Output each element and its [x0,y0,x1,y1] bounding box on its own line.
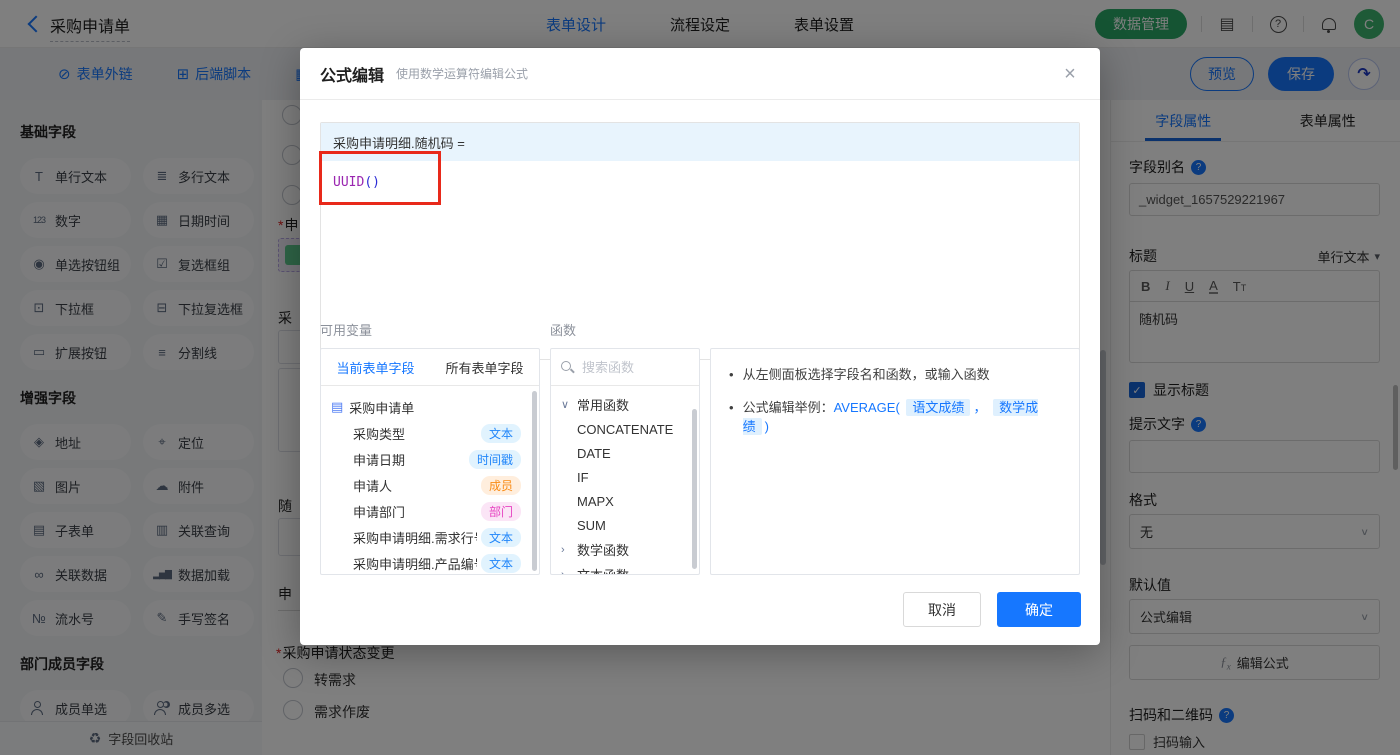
type-badge: 文本 [480,553,521,573]
variable-row[interactable]: 申请人 成员 [331,472,529,498]
variables-scrollbar[interactable] [532,391,537,571]
modal-subtitle: 使用数学运算符编辑公式 [396,67,529,81]
document-icon: ▤ [331,399,344,414]
functions-scrollbar[interactable] [692,409,697,569]
function-item[interactable]: SUM [561,513,695,537]
function-group-math[interactable]: › 数学函数 [561,537,695,562]
chevron-down-icon: ∨ [561,399,570,411]
formula-code-area[interactable]: UUID() [319,151,1079,359]
chevron-right-icon: › [561,543,565,556]
functions-panel: ∨常用函数 CONCATENATE DATE IF MAPX SUM ›数学函数… [550,348,700,575]
type-badge: 文本 [480,423,521,443]
variable-row[interactable]: 申请日期 时间戳 [331,446,529,472]
modal-title: 公式编辑 [320,67,385,85]
close-icon[interactable]: × [1056,60,1084,88]
type-badge: 时间戳 [468,449,521,469]
search-icon [561,360,574,374]
type-badge: 文本 [480,527,521,547]
cancel-button[interactable]: 取消 [903,592,981,627]
tab-current-form-fields[interactable]: 当前表单字段 [321,349,430,385]
function-item[interactable]: IF [561,465,695,489]
formula-edit-modal: 公式编辑 使用数学运算符编辑公式 × 采购申请明细.随机码 = UUID() 可… [300,48,1100,645]
bullet: • [729,367,734,382]
help-tips-panel: • 从左侧面板选择字段名和函数，或输入函数 • 公式编辑举例：AVERAGE( … [710,348,1080,575]
variable-row[interactable]: 采购申请明细.需求行号 文本 [331,524,529,550]
tip-example-line: • 公式编辑举例：AVERAGE( 语文成绩， 数学成绩) [729,398,1061,437]
function-group-text[interactable]: ›文本函数 [561,562,695,575]
type-badge: 成员 [480,475,521,495]
function-item[interactable]: DATE [561,441,695,465]
bullet: • [729,399,734,415]
annotation-highlight [319,151,441,205]
variables-panel: 当前表单字段 所有表单字段 ▤ 采购申请单 采购类型 文本 申请日期 时间戳 申请人… [320,348,540,575]
function-search [551,349,699,386]
functions-section-label: 函数 [550,323,577,338]
variable-row[interactable]: 申请部门 部门 [331,498,529,524]
chevron-right-icon: › [561,568,565,575]
variable-row[interactable]: 采购类型 文本 [331,420,529,446]
variables-section-label: 可用变量 [320,323,373,338]
function-search-input[interactable] [582,359,689,375]
confirm-button[interactable]: 确定 [997,592,1081,627]
tip-line: • 从左侧面板选择字段名和函数，或输入函数 [729,365,1061,385]
tree-root-form[interactable]: ▤ 采购申请单 [331,394,529,420]
function-item[interactable]: MAPX [561,489,695,513]
formula-editor: 采购申请明细.随机码 = UUID() [319,122,1080,360]
variable-row[interactable]: 采购申请明细.产品编号 文本 [331,550,529,574]
function-item[interactable]: CONCATENATE [561,417,695,441]
function-group-common[interactable]: ∨ 常用函数 [561,392,695,417]
type-badge: 部门 [480,501,521,521]
field-chip: 语文成绩 [906,398,971,416]
tab-all-form-fields[interactable]: 所有表单字段 [430,349,539,385]
